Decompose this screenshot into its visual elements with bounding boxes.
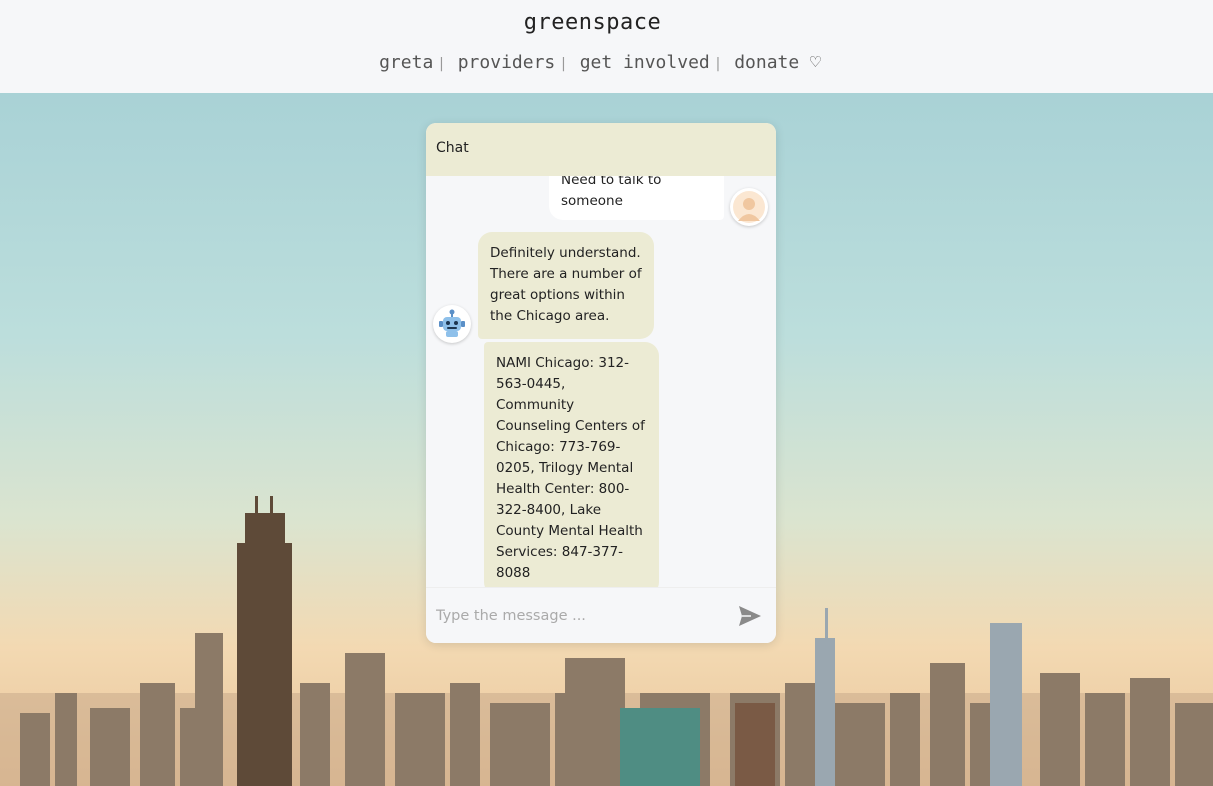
bot-message: Definitely understand. There are a numbe… — [478, 232, 654, 339]
nav-link-donate[interactable]: donate ♡ — [734, 52, 821, 73]
robot-icon — [439, 309, 465, 337]
nav-separator: | — [437, 56, 446, 72]
chat-header: Chat — [426, 123, 776, 176]
chat-widget: Chat Need to talk to someone Definitely … — [426, 123, 776, 643]
message-composer — [426, 587, 776, 643]
nav-link-get-involved[interactable]: get involved — [580, 52, 710, 73]
nav-link-providers[interactable]: providers — [458, 52, 556, 73]
bot-avatar — [433, 305, 471, 343]
main-nav: greta | providers | get involved | donate ♡ — [0, 52, 1200, 73]
message-input[interactable] — [426, 588, 736, 643]
person-avatar-icon — [733, 191, 765, 223]
bot-message: NAMI Chicago: 312-563-0445, Community Co… — [484, 342, 659, 587]
user-avatar — [730, 188, 768, 226]
nav-link-greta[interactable]: greta — [379, 52, 433, 73]
nav-separator: | — [713, 56, 723, 72]
brand-logo[interactable]: greenspace — [0, 10, 1185, 35]
send-arrow-icon[interactable] — [738, 605, 762, 627]
nav-separator: | — [559, 56, 568, 72]
user-message: Need to talk to someone — [549, 176, 724, 220]
chat-title: Chat — [436, 140, 469, 156]
chat-message-list[interactable]: Need to talk to someone Definitely under… — [426, 176, 776, 587]
top-navigation-bar: greenspace greta | providers | get involved |… — [0, 0, 1213, 93]
